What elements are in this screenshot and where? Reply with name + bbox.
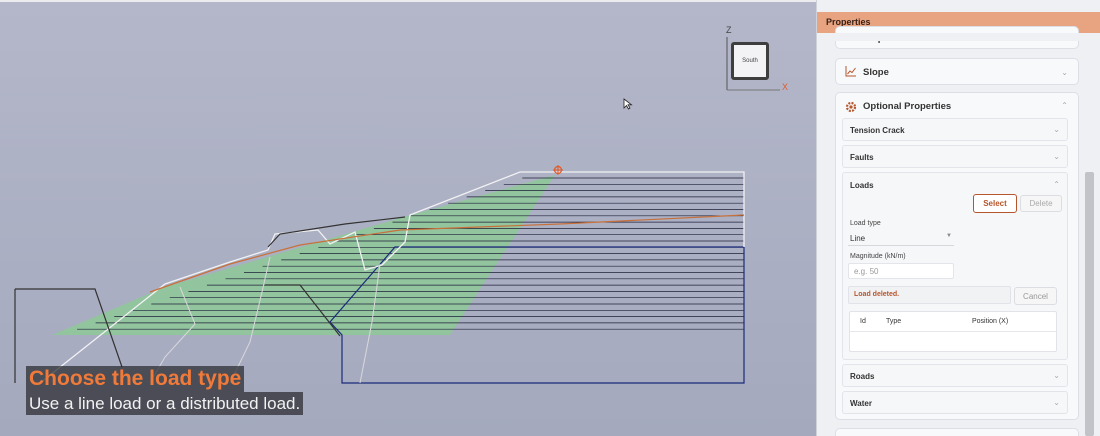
load-type-select[interactable]: Line ▼ bbox=[848, 231, 954, 246]
z-axis-label: Z bbox=[726, 25, 732, 35]
3d-viewport[interactable]: Z X South Choose the load type Use a lin… bbox=[0, 0, 816, 436]
x-axis-label: X bbox=[782, 82, 789, 92]
delete-button[interactable]: Delete bbox=[1020, 195, 1062, 212]
cancel-button[interactable]: Cancel bbox=[1014, 287, 1057, 305]
panel-scrollbar[interactable] bbox=[1085, 172, 1094, 436]
table-header-position: Position (X) bbox=[972, 318, 1009, 325]
magnitude-placeholder: e.g. 50 bbox=[854, 267, 879, 276]
slope-chart-icon bbox=[845, 66, 856, 77]
roads-label: Roads bbox=[850, 372, 875, 381]
chevron-down-icon[interactable]: ⌄ bbox=[1061, 68, 1068, 77]
select-button[interactable]: Select bbox=[973, 194, 1017, 213]
mouse-cursor-icon bbox=[623, 98, 633, 110]
properties-panel: Properties Slope Anchor Slope ⌄ Optional… bbox=[816, 0, 1100, 436]
loads-table: Id Type Position (X) bbox=[849, 311, 1057, 352]
caret-down-icon: ▼ bbox=[946, 233, 952, 239]
loads-item: Loads ⌃ Select Delete Load type Line ▼ M… bbox=[842, 172, 1068, 360]
status-message: Load deleted. bbox=[854, 291, 900, 298]
load-type-label: Load type bbox=[850, 220, 881, 227]
loads-label[interactable]: Loads bbox=[850, 181, 874, 190]
chevron-down-icon: ⌄ bbox=[1053, 398, 1060, 407]
view-cube[interactable]: South bbox=[731, 42, 769, 80]
gear-icon bbox=[845, 101, 857, 113]
view-cube-face-label: South bbox=[742, 58, 758, 64]
caption-title: Choose the load type bbox=[26, 366, 245, 392]
chevron-up-icon[interactable]: ⌃ bbox=[1053, 180, 1060, 189]
next-section[interactable] bbox=[835, 428, 1079, 436]
water-label: Water bbox=[850, 399, 872, 408]
sliding-mass bbox=[52, 175, 555, 335]
table-header-id: Id bbox=[860, 318, 866, 325]
tension-crack-item[interactable]: Tension Crack ⌄ bbox=[842, 118, 1068, 141]
roads-item[interactable]: Roads ⌄ bbox=[842, 364, 1068, 387]
water-item[interactable]: Water ⌄ bbox=[842, 391, 1068, 414]
table-divider bbox=[850, 331, 1056, 332]
load-type-value: Line bbox=[850, 234, 866, 243]
chevron-down-icon: ⌄ bbox=[1053, 125, 1060, 134]
slope-section[interactable]: Slope ⌄ bbox=[835, 58, 1079, 85]
faults-label: Faults bbox=[850, 153, 874, 162]
chevron-up-icon[interactable]: ⌃ bbox=[1061, 101, 1068, 110]
optional-properties-label[interactable]: Optional Properties bbox=[863, 101, 951, 112]
caption-subtitle: Use a line load or a distributed load. bbox=[26, 392, 304, 415]
faults-item[interactable]: Faults ⌄ bbox=[842, 145, 1068, 168]
chevron-down-icon: ⌄ bbox=[1053, 152, 1060, 161]
table-header-type: Type bbox=[886, 318, 902, 325]
chevron-down-icon: ⌄ bbox=[1053, 371, 1060, 380]
magnitude-label: Magnitude (kN/m) bbox=[850, 253, 906, 260]
slope-label: Slope bbox=[863, 67, 889, 78]
tutorial-caption: Choose the load type Use a line load or … bbox=[26, 366, 304, 415]
status-message-box: Load deleted. bbox=[848, 286, 1011, 304]
magnitude-input[interactable]: e.g. 50 bbox=[848, 263, 954, 279]
tension-crack-label: Tension Crack bbox=[850, 126, 905, 135]
